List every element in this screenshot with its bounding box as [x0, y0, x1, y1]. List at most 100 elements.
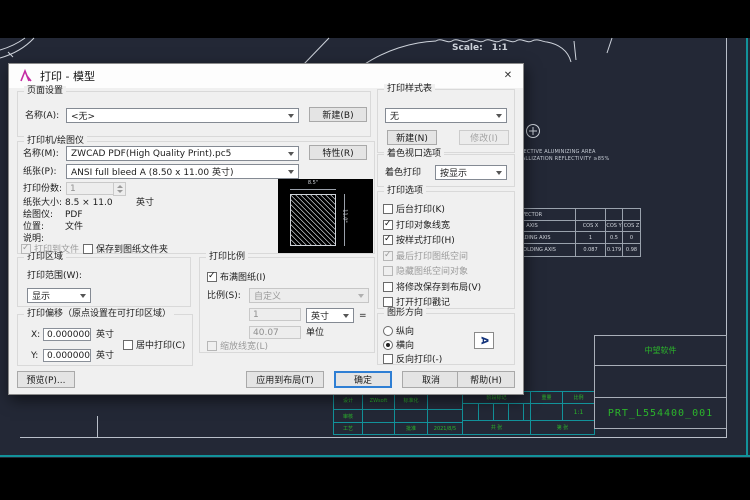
option-paperspace-last-label: 最后打印图纸空间: [396, 252, 468, 262]
scale-lineweights-label: 缩放线宽(L): [220, 342, 268, 352]
plot-style-modify-button[interactable]: 修改(I): [459, 130, 509, 145]
option-save-changes-label: 将修改保存到布局(V): [396, 283, 481, 293]
orientation-letter: A: [479, 337, 490, 345]
paper-dim-unit: 英寸: [136, 198, 154, 208]
option-background-print-label: 后台打印(K): [396, 205, 445, 215]
titleblock-part-number: PRT_L554400_001: [594, 397, 727, 429]
printer-properties-button[interactable]: 特性(R): [309, 145, 367, 160]
axis-table-header: COS Y: [606, 221, 623, 232]
portrait-radio[interactable]: [383, 326, 393, 336]
option-background-print-checkbox[interactable]: [383, 204, 393, 214]
titleblock-cell-scale-value: 1:1: [562, 403, 595, 421]
pagesetup-name-label: 名称(A):: [25, 111, 59, 121]
plotter-value: PDF: [65, 210, 83, 220]
offset-y-unit: 英寸: [96, 351, 114, 361]
chevron-down-icon: [496, 114, 502, 118]
axis-table-cell: 1: [576, 232, 606, 244]
chevron-down-icon: [358, 294, 364, 298]
pagesetup-name-select[interactable]: <无>: [66, 108, 299, 123]
axis-table-cell: 0.087: [576, 244, 606, 257]
titleblock-cell: [462, 403, 479, 421]
drawing-note-line2: METALLIZATION REFLECTIVITY ≥85%: [511, 156, 609, 162]
help-button[interactable]: 帮助(H): [457, 371, 515, 388]
orientation-paper-icon: A: [474, 332, 494, 349]
cancel-button[interactable]: 取消: [402, 371, 460, 388]
option-plot-stamp-checkbox[interactable]: [383, 297, 393, 307]
ok-button[interactable]: 确定: [334, 371, 392, 388]
paper-preview-width-dimline: [290, 189, 336, 190]
titleblock-cell-approve: 批准: [394, 422, 428, 435]
paper-preview-page: [290, 194, 336, 246]
printer-name-label: 名称(M):: [23, 149, 59, 159]
chevron-down-icon: [496, 171, 502, 175]
paper-preview: 8.5" 11.0": [278, 179, 373, 253]
preview-button[interactable]: 预览(P)...: [17, 371, 75, 388]
titleblock-cell: [427, 409, 463, 423]
group-shaded-viewport-label: 着色视口选项: [384, 149, 444, 160]
titleblock-cell: [478, 403, 494, 421]
scale-unit-select[interactable]: 英寸: [306, 308, 354, 323]
copies-input[interactable]: 1: [66, 182, 114, 195]
paper-size-select[interactable]: ANSI full bleed A (8.50 x 11.00 英寸): [66, 164, 299, 179]
option-plot-with-styles-checkbox[interactable]: [383, 235, 393, 245]
option-hide-paperspace-checkbox[interactable]: [383, 266, 393, 276]
offset-x-input[interactable]: 0.000000: [43, 328, 91, 341]
axis-table-header: COS X: [576, 221, 606, 232]
apply-to-layout-button[interactable]: 应用到布局(T): [246, 371, 324, 388]
scale-indicator: Scale: 1:1: [452, 43, 508, 53]
scale-drawing-units-input[interactable]: 40.07: [249, 326, 301, 339]
drawing-note-line1: EFFECTIVE ALUMINIZING AREA: [514, 149, 596, 155]
titleblock-company: 中望软件: [594, 335, 727, 366]
printer-name-select[interactable]: ZWCAD PDF(High Quality Print).pc5: [66, 146, 299, 161]
save-to-folder-label: 保存到图纸文件夹: [96, 245, 168, 255]
landscape-radio[interactable]: [383, 340, 393, 350]
copies-stepper[interactable]: [113, 182, 126, 196]
titleblock-cell: [362, 422, 395, 435]
pagesetup-new-button[interactable]: 新建(B): [309, 107, 367, 122]
chevron-down-icon: [288, 152, 294, 156]
group-page-setup-label: 页面设置: [24, 86, 66, 97]
chevron-down-icon: [80, 294, 86, 298]
option-object-lineweight-checkbox[interactable]: [383, 220, 393, 230]
print-range-select[interactable]: 显示: [27, 288, 91, 303]
print-to-file-checkbox[interactable]: [21, 244, 31, 254]
option-save-changes-checkbox[interactable]: [383, 282, 393, 292]
reverse-print-checkbox[interactable]: [383, 354, 393, 364]
scale-select[interactable]: 自定义: [249, 288, 369, 303]
printer-name-value: ZWCAD PDF(High Quality Print).pc5: [71, 149, 231, 159]
paper-size-label: 纸张(P):: [23, 167, 56, 177]
scale-value: 1:1: [492, 43, 508, 53]
scale-lineweights-checkbox[interactable]: [207, 341, 217, 351]
shade-print-select[interactable]: 按显示: [435, 165, 507, 180]
fit-to-paper-label: 布满图纸(I): [220, 273, 266, 283]
fit-to-paper-checkbox[interactable]: [207, 272, 217, 282]
close-icon[interactable]: ✕: [499, 68, 517, 84]
frame-bottom-line: [20, 437, 727, 438]
axis-table-cell: 0: [623, 232, 641, 244]
titleblock-cell-sheet-no: 第 张: [530, 420, 595, 435]
scale-select-value: 自定义: [254, 289, 281, 302]
paper-dim-value: 8.5 × 11.0: [65, 198, 113, 208]
scale-paper-units-value: 1: [253, 310, 259, 320]
chevron-down-icon: [288, 114, 294, 118]
paper-preview-height: 11.0": [342, 209, 348, 222]
option-paperspace-last-checkbox[interactable]: [383, 251, 393, 261]
spinner-down-icon[interactable]: [117, 190, 123, 193]
plot-style-select[interactable]: 无: [385, 108, 507, 123]
group-plot-style-label: 打印样式表: [384, 84, 435, 95]
scale-paper-units-input[interactable]: 1: [249, 308, 301, 321]
offset-y-label: Y:: [31, 351, 38, 361]
center-print-checkbox[interactable]: [123, 340, 133, 350]
save-to-folder-checkbox[interactable]: [83, 244, 93, 254]
zwcad-logo-icon: [19, 69, 33, 83]
spinner-up-icon[interactable]: [117, 185, 123, 188]
portrait-label: 纵向: [396, 327, 414, 337]
offset-x-label: X:: [31, 330, 40, 340]
plot-style-new-button[interactable]: 新建(N): [387, 130, 437, 145]
paper-edge-bottom-line: [0, 455, 750, 457]
titleblock-cell-process: 工艺: [333, 422, 363, 435]
offset-y-input[interactable]: 0.000000: [43, 349, 91, 362]
dialog-titlebar[interactable]: 打印 - 模型 ✕: [9, 64, 523, 88]
shade-print-value: 按显示: [440, 166, 467, 179]
print-dialog: 打印 - 模型 ✕ 页面设置 打印机/绘图仪 打印区域 打印比例 打印偏移（原点…: [8, 63, 524, 395]
